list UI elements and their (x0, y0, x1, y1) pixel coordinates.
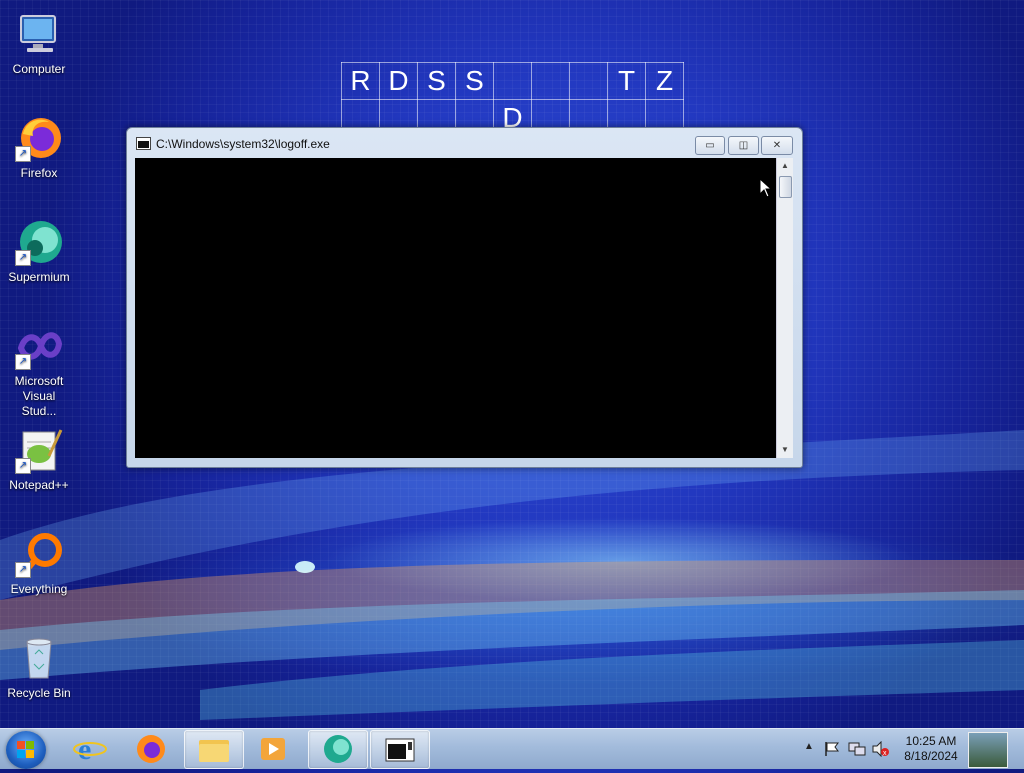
console-app-icon (385, 738, 415, 762)
everything-icon: ↗ (15, 530, 63, 578)
notepadpp-icon: ↗ (15, 426, 63, 474)
firefox-icon (137, 735, 165, 763)
computer-icon (15, 10, 63, 58)
shortcut-arrow-icon: ↗ (15, 250, 31, 266)
window-titlebar[interactable]: C:\Windows\system32\logoff.exe ▭ ◫ ✕ (127, 128, 802, 158)
show-desktop-button[interactable] (968, 732, 1008, 768)
desktop-icon-label: Everything (10, 582, 68, 596)
crossword-cell (531, 62, 570, 100)
svg-text:e: e (78, 733, 91, 766)
folder-icon (199, 740, 229, 762)
crossword-cell: D (379, 62, 418, 100)
desktop-icon-recycle-bin[interactable]: Recycle Bin (0, 626, 78, 701)
maximize-button[interactable]: ◫ (728, 136, 759, 155)
volume-muted-icon[interactable]: x (872, 741, 890, 757)
crossword-cell: Z (645, 62, 684, 100)
scrollbar-thumb[interactable] (779, 176, 792, 198)
desktop-icon-label: Firefox (20, 166, 58, 180)
taskbar: e ▲ x 10:25 AM 8/18/2024 (0, 728, 1024, 769)
visual-studio-icon: ↗ (15, 322, 63, 370)
taskbar-media-player[interactable] (244, 730, 302, 767)
minimize-button[interactable]: ▭ (695, 136, 725, 155)
shortcut-arrow-icon: ↗ (15, 562, 31, 578)
desktop-icon-everything[interactable]: ↗ Everything (0, 522, 78, 597)
shortcut-arrow-icon: ↗ (15, 146, 31, 162)
crossword-cell (493, 62, 532, 100)
windows-logo-icon (17, 741, 35, 759)
network-icon[interactable] (848, 741, 866, 757)
desktop-icon-firefox[interactable]: ↗ Firefox (0, 106, 78, 181)
crossword-row: R D S S T Z (341, 62, 684, 100)
clock-date: 8/18/2024 (904, 749, 958, 763)
crossword-cell: T (607, 62, 646, 100)
taskbar-clock[interactable]: 10:25 AM 8/18/2024 (896, 734, 966, 764)
scroll-up-arrow-icon[interactable]: ▲ (777, 158, 793, 174)
crossword-cell: S (417, 62, 456, 100)
console-output-area[interactable] (135, 158, 776, 458)
shortcut-arrow-icon: ↗ (15, 354, 31, 370)
desktop-icon-visual-studio[interactable]: ↗ Microsoft Visual Stud... (0, 314, 78, 419)
crossword-grid: R D S S T Z D (341, 62, 684, 137)
clock-time: 10:25 AM (905, 734, 957, 748)
mouse-cursor-icon (759, 178, 773, 198)
taskbar-firefox[interactable] (122, 730, 180, 767)
recycle-bin-icon (15, 634, 63, 682)
internet-explorer-icon: e (73, 733, 107, 766)
crossword-cell (569, 62, 608, 100)
taskbar-supermium[interactable] (308, 730, 368, 769)
desktop-icon-label: Supermium (8, 270, 70, 284)
vertical-scrollbar[interactable]: ▲ ▼ (776, 158, 793, 458)
firefox-icon: ↗ (15, 114, 63, 162)
close-button[interactable]: ✕ (761, 136, 793, 155)
scroll-down-arrow-icon[interactable]: ▼ (777, 442, 793, 458)
taskbar-console-window[interactable] (370, 730, 430, 769)
desktop-icon-computer[interactable]: Computer (0, 2, 78, 77)
desktop-icon-notepadpp[interactable]: ↗ Notepad++ (0, 418, 78, 493)
taskbar-internet-explorer[interactable]: e (62, 730, 120, 767)
desktop-icon-label: Notepad++ (9, 478, 69, 492)
supermium-icon: ↗ (15, 218, 63, 266)
desktop-icon-label: Computer (12, 62, 66, 76)
crossword-cell: R (341, 62, 380, 100)
window-title: C:\Windows\system32\logoff.exe (156, 137, 330, 151)
desktop-icon-supermium[interactable]: ↗ Supermium (0, 210, 78, 285)
shortcut-arrow-icon: ↗ (15, 458, 31, 474)
media-player-icon (261, 738, 285, 760)
start-button[interactable] (6, 731, 46, 769)
system-tray: ▲ x (800, 729, 890, 769)
show-hidden-icons-icon[interactable]: ▲ (804, 741, 814, 752)
supermium-icon (324, 735, 352, 763)
action-center-flag-icon[interactable] (824, 741, 840, 757)
console-window[interactable]: C:\Windows\system32\logoff.exe ▭ ◫ ✕ ▲ ▼ (126, 127, 803, 468)
taskbar-file-explorer[interactable] (184, 730, 244, 769)
console-app-icon (136, 137, 151, 150)
desktop-icon-label: Microsoft Visual Stud... (14, 374, 64, 418)
desktop-icon-label: Recycle Bin (7, 686, 71, 700)
svg-text:x: x (883, 750, 887, 757)
crossword-cell: S (455, 62, 494, 100)
